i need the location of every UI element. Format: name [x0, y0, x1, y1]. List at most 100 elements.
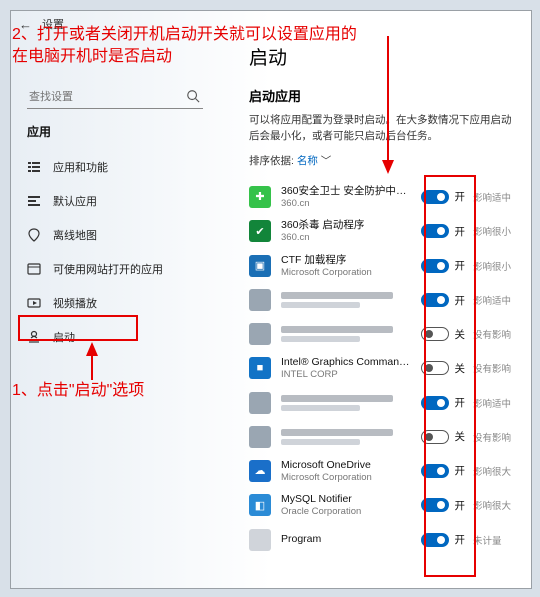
sort-value: 名称 — [297, 155, 318, 167]
video-icon — [27, 296, 41, 310]
app-text — [281, 429, 413, 445]
app-name: CTF 加载程序 — [281, 254, 413, 267]
section-heading: 启动应用 — [249, 86, 521, 105]
sidebar-item-label: 视频播放 — [53, 295, 97, 311]
startup-toggle[interactable] — [421, 293, 449, 307]
app-text: MySQL NotifierOracle Corporation — [281, 493, 413, 518]
app-icon — [249, 289, 271, 311]
startup-icon — [27, 330, 41, 344]
app-name: Microsoft OneDrive — [281, 459, 413, 472]
sidebar-item-2[interactable]: 离线地图 — [11, 218, 219, 252]
sidebar-item-label: 默认应用 — [53, 193, 97, 209]
toggle-wrap: 开 — [421, 395, 465, 410]
sidebar-item-label: 离线地图 — [53, 227, 97, 243]
app-publisher: Microsoft Corporation — [281, 472, 413, 483]
sidebar: 应用 应用和功能默认应用离线地图可使用网站打开的应用视频播放启动 — [11, 37, 219, 588]
startup-toggle[interactable] — [421, 327, 449, 341]
app-icon — [249, 529, 271, 551]
page-title: 启动 — [249, 43, 521, 70]
app-row: ◧ MySQL NotifierOracle Corporation 开影响很大 — [249, 488, 521, 523]
impact-label: 未计量 — [473, 533, 521, 547]
app-row: ✔360杀毒 启动程序360.cn开影响很小 — [249, 214, 521, 249]
app-publisher: Oracle Corporation — [281, 506, 413, 517]
app-row: ☁ Microsoft OneDriveMicrosoft Corporation… — [249, 454, 521, 489]
startup-toggle[interactable] — [421, 533, 449, 547]
toggle-label: 开 — [455, 463, 466, 478]
sidebar-item-5[interactable]: 启动 — [11, 320, 219, 354]
startup-toggle[interactable] — [421, 430, 449, 444]
startup-toggle[interactable] — [421, 464, 449, 478]
sidebar-item-4[interactable]: 视频播放 — [11, 286, 219, 320]
toggle-wrap: 开 — [421, 498, 465, 513]
app-row: 关没有影响 — [249, 420, 521, 454]
impact-label: 影响很大 — [473, 464, 521, 478]
app-name: 360安全卫士 安全防护中心模块 — [281, 185, 413, 198]
sidebar-item-0[interactable]: 应用和功能 — [11, 150, 219, 184]
app-row: 关没有影响 — [249, 317, 521, 351]
startup-toggle[interactable] — [421, 259, 449, 273]
app-row: ▣ CTF 加载程序Microsoft Corporation 开影响很小 — [249, 249, 521, 284]
sidebar-item-label: 启动 — [53, 329, 75, 345]
app-row: ■ Intel® Graphics Command Center S...INTE… — [249, 351, 521, 386]
app-icon: ◧ — [249, 494, 271, 516]
app-text: Intel® Graphics Command Center S...INTEL… — [281, 356, 413, 381]
toggle-label: 关 — [455, 361, 466, 376]
app-publisher: INTEL CORP — [281, 369, 413, 380]
search-input[interactable] — [27, 85, 203, 109]
app-text — [281, 292, 413, 308]
toggle-wrap: 开 — [421, 224, 465, 239]
default-icon — [27, 194, 41, 208]
toggle-label: 开 — [455, 189, 466, 204]
toggle-wrap: 开 — [421, 463, 465, 478]
impact-label: 影响适中 — [473, 396, 521, 410]
impact-label: 影响适中 — [473, 293, 521, 307]
sort-control[interactable]: 排序依据: 名称 ﹀ — [249, 153, 521, 168]
app-text — [281, 326, 413, 342]
app-row: 开影响适中 — [249, 283, 521, 317]
impact-label: 影响很大 — [473, 498, 521, 512]
sidebar-item-1[interactable]: 默认应用 — [11, 184, 219, 218]
app-icon: ☁ — [249, 460, 271, 482]
app-name: Program — [281, 533, 413, 546]
startup-toggle[interactable] — [421, 396, 449, 410]
startup-app-list: ✚360安全卫士 安全防护中心模块360.cn开影响适中✔360杀毒 启动程序3… — [249, 180, 521, 557]
sidebar-item-3[interactable]: 可使用网站打开的应用 — [11, 252, 219, 286]
app-row: ✚360安全卫士 安全防护中心模块360.cn开影响适中 — [249, 180, 521, 215]
sidebar-heading: 应用 — [27, 123, 219, 140]
app-name: Intel® Graphics Command Center S... — [281, 356, 413, 369]
sort-label: 排序依据: — [249, 155, 294, 167]
app-text: CTF 加载程序Microsoft Corporation — [281, 254, 413, 279]
toggle-wrap: 开 — [421, 258, 465, 273]
startup-toggle[interactable] — [421, 498, 449, 512]
app-icon: ■ — [249, 357, 271, 379]
app-icon — [249, 392, 271, 414]
sidebar-item-label: 应用和功能 — [53, 159, 108, 175]
toggle-label: 开 — [455, 293, 466, 308]
app-icon: ▣ — [249, 255, 271, 277]
app-text: Microsoft OneDriveMicrosoft Corporation — [281, 459, 413, 484]
impact-label: 影响很小 — [473, 224, 521, 238]
app-row: 开影响适中 — [249, 386, 521, 420]
toggle-label: 开 — [455, 498, 466, 513]
link-icon — [27, 262, 41, 276]
impact-label: 没有影响 — [473, 430, 521, 444]
toggle-wrap: 开 — [421, 532, 465, 547]
sidebar-item-label: 可使用网站打开的应用 — [53, 261, 163, 277]
app-icon — [249, 323, 271, 345]
window-title: 设置 — [42, 16, 64, 32]
toggle-label: 开 — [455, 258, 466, 273]
startup-toggle[interactable] — [421, 224, 449, 238]
toggle-label: 开 — [455, 532, 466, 547]
impact-label: 影响很小 — [473, 259, 521, 273]
toggle-label: 开 — [455, 395, 466, 410]
back-icon[interactable]: ← — [19, 17, 32, 32]
app-icon — [249, 426, 271, 448]
app-text: 360安全卫士 安全防护中心模块360.cn — [281, 185, 413, 210]
startup-toggle[interactable] — [421, 190, 449, 204]
app-text — [281, 395, 413, 411]
app-text: 360杀毒 启动程序360.cn — [281, 219, 413, 244]
toggle-wrap: 关 — [421, 327, 465, 342]
startup-toggle[interactable] — [421, 361, 449, 375]
app-icon: ✚ — [249, 186, 271, 208]
app-publisher: Microsoft Corporation — [281, 267, 413, 278]
